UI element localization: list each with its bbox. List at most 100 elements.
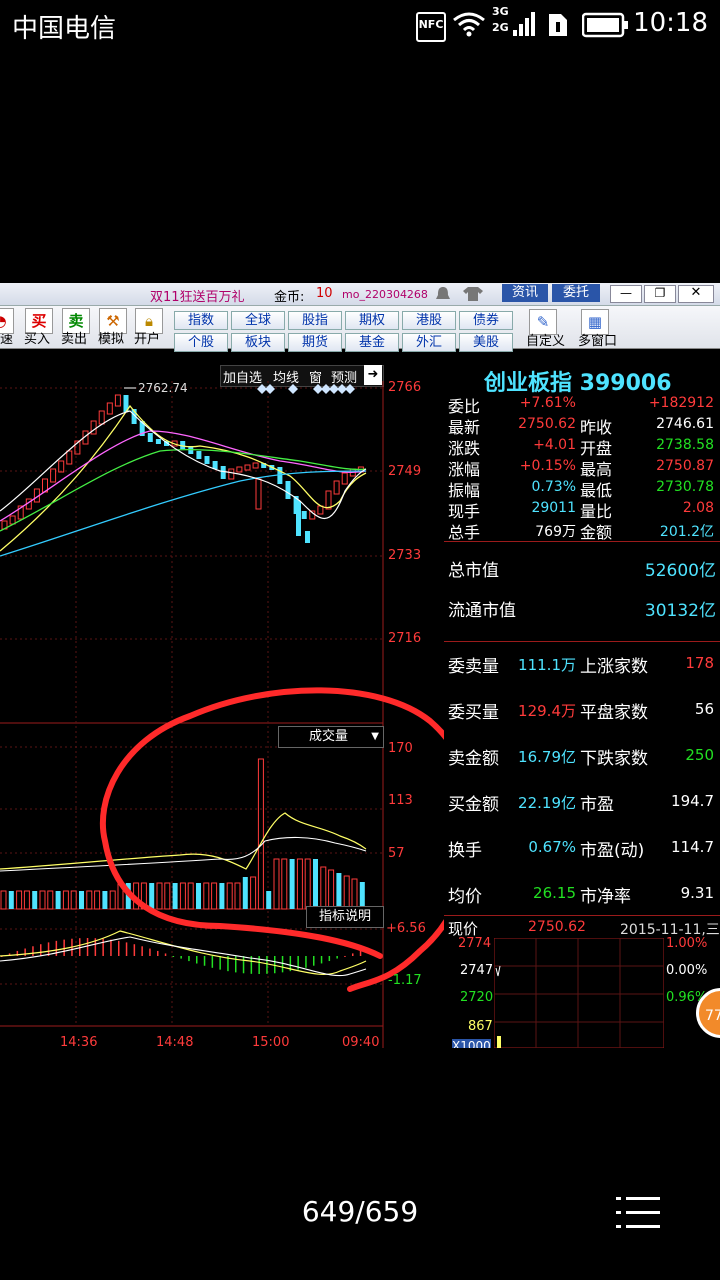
nav-button[interactable]: 期货: [288, 333, 342, 352]
quote-label: 买金额: [448, 795, 499, 815]
quote-label: 市净率: [580, 887, 631, 907]
macd-bar: [359, 950, 362, 956]
volume-bar: [266, 891, 272, 909]
mini-chart-panel: 现价 2750.62 2015-11-11,三 2774 2747 2720 8…: [444, 915, 720, 1048]
macd-bar: [102, 938, 104, 956]
close-icon[interactable]: ✕: [678, 285, 714, 303]
chevron-down-icon: ▼: [371, 731, 379, 742]
nav-button[interactable]: 美股: [459, 333, 513, 352]
macd-bar: [133, 944, 136, 956]
macd-bar: [274, 956, 276, 974]
quote-value: 56: [694, 700, 714, 718]
volume-bar: [304, 858, 311, 910]
minimize-icon[interactable]: —: [610, 285, 642, 303]
volume-bar: [219, 883, 225, 909]
nav-button[interactable]: 债券: [459, 311, 513, 330]
volume-bar: [234, 882, 241, 910]
network-2g-label: 2G: [492, 21, 509, 34]
open-account-button[interactable]: 开户: [134, 328, 160, 347]
macd-bar: [55, 940, 58, 956]
volume-bar: [102, 891, 108, 909]
entrust-button[interactable]: 委托: [552, 284, 600, 302]
candle: [66, 450, 73, 465]
mini-axis: 2720: [460, 990, 494, 1005]
macd-bar: [32, 946, 34, 956]
buy-button[interactable]: 买入: [24, 328, 50, 347]
quote-value: 29011: [531, 500, 576, 516]
quote-value: 250: [685, 746, 714, 764]
sell-button[interactable]: 卖出: [61, 328, 87, 347]
simulate-button[interactable]: 模拟: [98, 328, 124, 347]
candle: [325, 490, 332, 510]
mini-axis: 2774: [458, 936, 492, 951]
macd-bar: [180, 956, 182, 959]
indicator-help-button[interactable]: 指标说明: [306, 906, 384, 928]
macd-bar: [141, 946, 143, 956]
bell-icon[interactable]: [434, 286, 452, 302]
time-label: 09:40: [342, 1035, 380, 1048]
volume-bar: [187, 882, 194, 910]
quote-value: +4.01: [533, 437, 576, 453]
macd-bar: [149, 948, 151, 956]
volume-bar: [320, 866, 327, 910]
candle: [114, 394, 121, 407]
stats-table: 委卖量 111.1万 上涨家数 178 委买量 129.4万 平盘家数 56 卖金额 16.79亿…: [444, 641, 720, 907]
quote-label: 下跌家数: [580, 749, 648, 769]
multi-window-button[interactable]: 多窗口: [578, 330, 617, 349]
quote-value: 769万: [535, 524, 576, 540]
quote-value: 2.08: [682, 500, 714, 516]
macd-bar: [219, 956, 221, 970]
volume-bar: [257, 758, 264, 910]
volume-bar: [273, 858, 280, 910]
nav-button[interactable]: 期权: [345, 311, 399, 330]
volume-bar: [109, 890, 116, 910]
quote-value: 2750.62: [518, 416, 576, 432]
menu-icon[interactable]: [616, 1196, 662, 1230]
nav-button[interactable]: 全球: [231, 311, 285, 330]
macd-bar: [211, 956, 214, 968]
market-value-panel: 总市值 52600亿 流通市值 30132亿: [444, 541, 720, 640]
mini-chart: [494, 938, 664, 1048]
macd-bar: [313, 956, 315, 966]
volume-bar: [328, 869, 335, 910]
candle: [9, 515, 16, 525]
status-bar: 中国电信 NFC 3G 2G 10:18: [0, 0, 720, 50]
nav-button[interactable]: 指数: [174, 311, 228, 330]
username[interactable]: mo_220304268: [342, 288, 428, 301]
news-button[interactable]: 资讯: [502, 284, 548, 302]
volume-dropdown[interactable]: 成交量 ▼: [278, 726, 384, 748]
float-mv-label: 流通市值: [448, 601, 516, 621]
nav-button[interactable]: 板块: [231, 333, 285, 352]
nav-button[interactable]: 个股: [174, 333, 228, 352]
macd-bar: [328, 956, 331, 962]
volume-dropdown-label: 成交量: [309, 729, 349, 744]
macd-bar: [188, 956, 190, 962]
candle: [147, 433, 153, 442]
shirt-icon[interactable]: [462, 286, 484, 302]
partial-icon[interactable]: ◔: [0, 308, 14, 334]
volume-bar: [86, 890, 93, 910]
nav-button[interactable]: 外汇: [402, 333, 456, 352]
nav-button[interactable]: 港股: [402, 311, 456, 330]
candle: [155, 439, 161, 444]
volume-axis-170: 170: [388, 741, 413, 756]
quote-label: 上涨家数: [580, 657, 648, 677]
mini-pct: 0.00%: [666, 963, 708, 978]
volume-bar: [313, 859, 318, 909]
volume-bar: [359, 882, 365, 909]
restore-icon[interactable]: ❐: [644, 285, 676, 303]
volume-bar: [55, 891, 61, 909]
volume-bar: [196, 883, 201, 909]
promo-text[interactable]: 双11狂送百万礼: [150, 286, 245, 305]
quote-value: 194.7: [671, 792, 714, 810]
candle: [244, 464, 251, 471]
quote-label: 卖金额: [448, 749, 499, 769]
nav-button[interactable]: 股指: [288, 311, 342, 330]
price-axis-2733: 2733: [388, 548, 422, 563]
nav-button[interactable]: 基金: [345, 333, 399, 352]
macd-bar: [24, 948, 26, 956]
quote-value: 16.79亿: [518, 748, 576, 766]
quote-label: 市盈: [580, 795, 614, 815]
custom-button[interactable]: 自定义: [526, 330, 565, 349]
volume-axis-57: 57: [388, 846, 405, 861]
